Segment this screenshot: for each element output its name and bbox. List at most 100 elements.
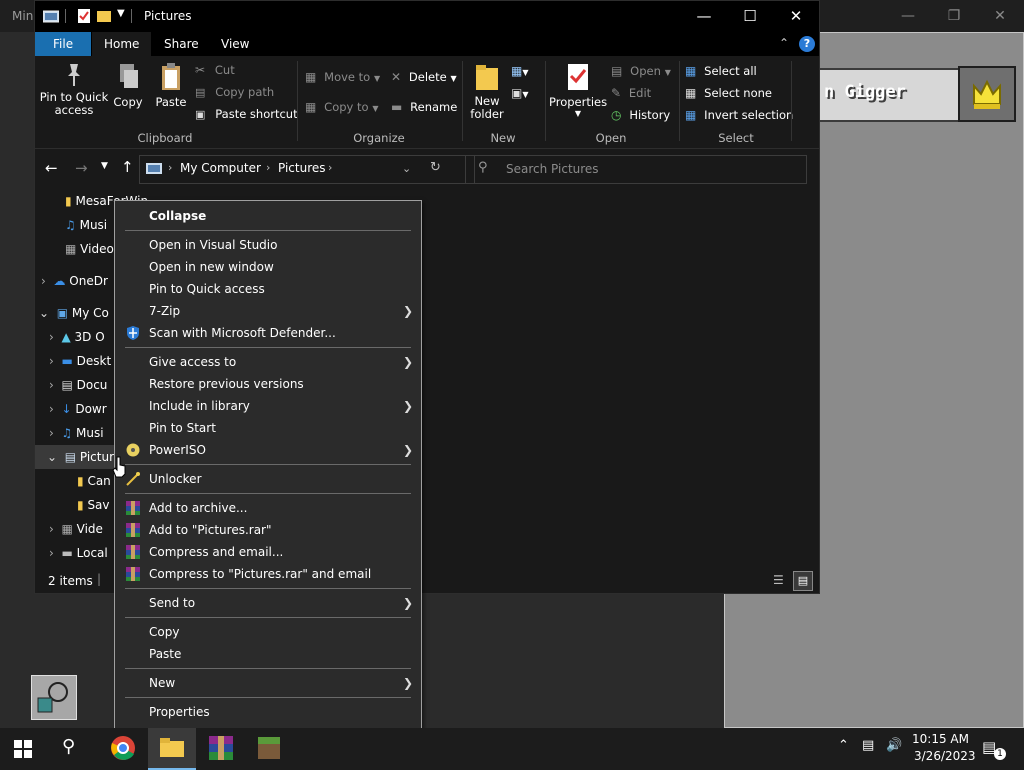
paste-button[interactable]: Paste bbox=[155, 62, 187, 122]
paste-shortcut-button[interactable]: ▣ Paste shortcut bbox=[195, 107, 298, 123]
minimize-icon[interactable]: — bbox=[681, 1, 727, 32]
copy-path-button[interactable]: ▤ Copy path bbox=[195, 85, 274, 101]
edit-button[interactable]: ✎ Edit bbox=[611, 86, 651, 100]
menu-item-compress-to-pictures-rar-and-email[interactable]: Compress to "Pictures.rar" and email bbox=[115, 563, 421, 585]
crown-button[interactable] bbox=[958, 66, 1016, 122]
scissors-icon: ✂ bbox=[195, 63, 206, 77]
menu-item-properties[interactable]: Properties bbox=[115, 701, 421, 723]
breadcrumb-pictures[interactable]: Pictures bbox=[278, 161, 326, 175]
menu-item-send-to[interactable]: Send to ❯ bbox=[115, 592, 421, 614]
tree-item[interactable]: › ▬ Deskt bbox=[49, 349, 111, 373]
tree-item[interactable]: ⌄ ▣ My Co bbox=[39, 301, 109, 325]
maximize-icon[interactable]: ☐ bbox=[727, 1, 773, 32]
background-restore-icon[interactable]: ❐ bbox=[944, 6, 964, 26]
menu-item-paste[interactable]: Paste bbox=[115, 643, 421, 665]
minecraft-icon[interactable] bbox=[258, 737, 280, 759]
network-icon[interactable]: ▤ bbox=[862, 738, 874, 753]
rename-button[interactable]: ▬ Rename bbox=[391, 100, 457, 114]
menu-item-unlocker[interactable]: Unlocker bbox=[115, 468, 421, 490]
tree-item[interactable]: ♫ Musi bbox=[65, 213, 107, 237]
menu-item-collapse[interactable]: Collapse bbox=[115, 205, 421, 227]
crown-icon bbox=[973, 79, 1001, 109]
search-box[interactable]: ⚲ Search Pictures bbox=[465, 155, 807, 184]
address-bar[interactable]: › My Computer › Pictures › ⌄ ↻ bbox=[139, 155, 475, 184]
search-taskbar-icon[interactable]: ⚲ bbox=[62, 736, 75, 757]
tab-view[interactable]: View bbox=[209, 32, 261, 56]
tree-item[interactable]: ▮ Sav bbox=[77, 493, 110, 517]
ribbon-collapse-icon[interactable]: ⌃ bbox=[779, 36, 789, 50]
volume-icon[interactable]: 🔊 bbox=[886, 738, 902, 753]
menu-item-restore-previous-versions[interactable]: Restore previous versions bbox=[115, 373, 421, 395]
large-icons-view-icon[interactable]: ▤ bbox=[793, 571, 813, 591]
recent-locations-icon[interactable]: ▼ bbox=[101, 161, 108, 171]
background-close-icon[interactable]: ✕ bbox=[990, 6, 1010, 26]
video-icon: ▦ bbox=[61, 522, 73, 536]
invert-selection-button[interactable]: ▦ Invert selection bbox=[685, 108, 793, 122]
tree-item[interactable]: › ♫ Musi bbox=[49, 421, 104, 445]
copy-to-button[interactable]: ▦ Copy to ▼ bbox=[305, 100, 379, 114]
menu-item-compress-and-email[interactable]: Compress and email... bbox=[115, 541, 421, 563]
address-dropdown-icon[interactable]: ⌄ bbox=[402, 162, 411, 175]
easy-access-icon[interactable]: ▣▼ bbox=[511, 86, 529, 100]
menu-item-poweriso[interactable]: PowerISO ❯ bbox=[115, 439, 421, 461]
file-explorer-taskbar-button[interactable] bbox=[148, 728, 196, 770]
menu-item-7-zip[interactable]: 7-Zip ❯ bbox=[115, 300, 421, 322]
background-tool-button[interactable] bbox=[31, 675, 77, 720]
properties-check-icon[interactable] bbox=[77, 9, 91, 23]
refresh-icon[interactable]: ↻ bbox=[430, 160, 441, 175]
menu-item-new[interactable]: New ❯ bbox=[115, 672, 421, 694]
menu-item-scan-with-microsoft-defender[interactable]: Scan with Microsoft Defender... bbox=[115, 322, 421, 344]
drive-icon: ▬ bbox=[61, 546, 73, 560]
pin-quick-access-button[interactable]: Pin to Quick access bbox=[39, 62, 109, 130]
chrome-icon[interactable] bbox=[110, 735, 136, 761]
breadcrumb-my-computer[interactable]: My Computer bbox=[180, 161, 261, 175]
clock-date[interactable]: 3/26/2023 bbox=[914, 749, 976, 763]
show-hidden-icons-icon[interactable]: ⌃ bbox=[838, 738, 849, 753]
tree-item[interactable]: › ▬ Local bbox=[49, 541, 108, 565]
history-button[interactable]: ◷ History bbox=[611, 108, 670, 122]
menu-item-give-access-to[interactable]: Give access to ❯ bbox=[115, 351, 421, 373]
background-minimize-icon[interactable]: — bbox=[898, 6, 918, 26]
menu-item-open-in-new-window[interactable]: Open in new window bbox=[115, 256, 421, 278]
new-item-icon[interactable]: ▦▼ bbox=[511, 64, 529, 78]
new-folder-button[interactable]: New folder bbox=[467, 62, 507, 130]
properties-button[interactable]: Properties ▼ bbox=[549, 62, 607, 130]
back-arrow-icon[interactable]: ← bbox=[45, 159, 58, 177]
tree-item[interactable]: › ▲ 3D O bbox=[49, 325, 105, 349]
select-none-button[interactable]: ▦ Select none bbox=[685, 86, 772, 100]
windows-start-icon[interactable] bbox=[14, 740, 32, 758]
tree-item[interactable]: ▦ Video bbox=[65, 237, 114, 261]
delete-button[interactable]: ✕ Delete ▼ bbox=[391, 70, 457, 84]
menu-item-open-in-visual-studio[interactable]: Open in Visual Studio bbox=[115, 234, 421, 256]
up-arrow-icon[interactable]: ↑ bbox=[121, 158, 134, 176]
cut-button[interactable]: ✂ Cut bbox=[195, 63, 235, 79]
menu-item-include-in-library[interactable]: Include in library ❯ bbox=[115, 395, 421, 417]
pictures-location-icon bbox=[146, 163, 162, 174]
open-button[interactable]: ▤ Open ▼ bbox=[611, 64, 671, 78]
tree-item[interactable]: › ☁ OneDr bbox=[41, 269, 108, 293]
tree-item[interactable]: › ▤ Docu bbox=[49, 373, 107, 397]
clock-time[interactable]: 10:15 AM bbox=[912, 732, 969, 746]
tree-item[interactable]: ▮ Can bbox=[77, 469, 111, 493]
close-icon[interactable]: ✕ bbox=[773, 1, 819, 32]
tree-item[interactable]: › ▦ Vide bbox=[49, 517, 103, 541]
menu-item-pin-to-quick-access[interactable]: Pin to Quick access bbox=[115, 278, 421, 300]
menu-item-pin-to-start[interactable]: Pin to Start bbox=[115, 417, 421, 439]
qat-dropdown-icon[interactable]: ▼ bbox=[117, 8, 125, 19]
winrar-icon[interactable] bbox=[208, 735, 234, 761]
details-view-icon[interactable]: ☰ bbox=[773, 573, 784, 587]
copy-button[interactable]: Copy bbox=[113, 62, 143, 122]
help-icon[interactable]: ? bbox=[799, 36, 815, 52]
menu-item-copy[interactable]: Copy bbox=[115, 621, 421, 643]
move-to-button[interactable]: ▦ Move to ▼ bbox=[305, 70, 380, 84]
menu-item-add-to-archive[interactable]: Add to archive... bbox=[115, 497, 421, 519]
forward-arrow-icon[interactable]: → bbox=[75, 159, 88, 177]
new-folder-qat-icon[interactable] bbox=[97, 9, 111, 23]
search-input[interactable]: Search Pictures bbox=[506, 162, 599, 176]
tab-home[interactable]: Home bbox=[92, 32, 152, 56]
select-all-button[interactable]: ▦ Select all bbox=[685, 64, 757, 78]
menu-item-add-to-pictures-rar[interactable]: Add to "Pictures.rar" bbox=[115, 519, 421, 541]
tab-file[interactable]: File bbox=[35, 32, 92, 56]
tab-share[interactable]: Share bbox=[152, 32, 211, 56]
tree-item[interactable]: › ↓ Dowr bbox=[49, 397, 107, 421]
